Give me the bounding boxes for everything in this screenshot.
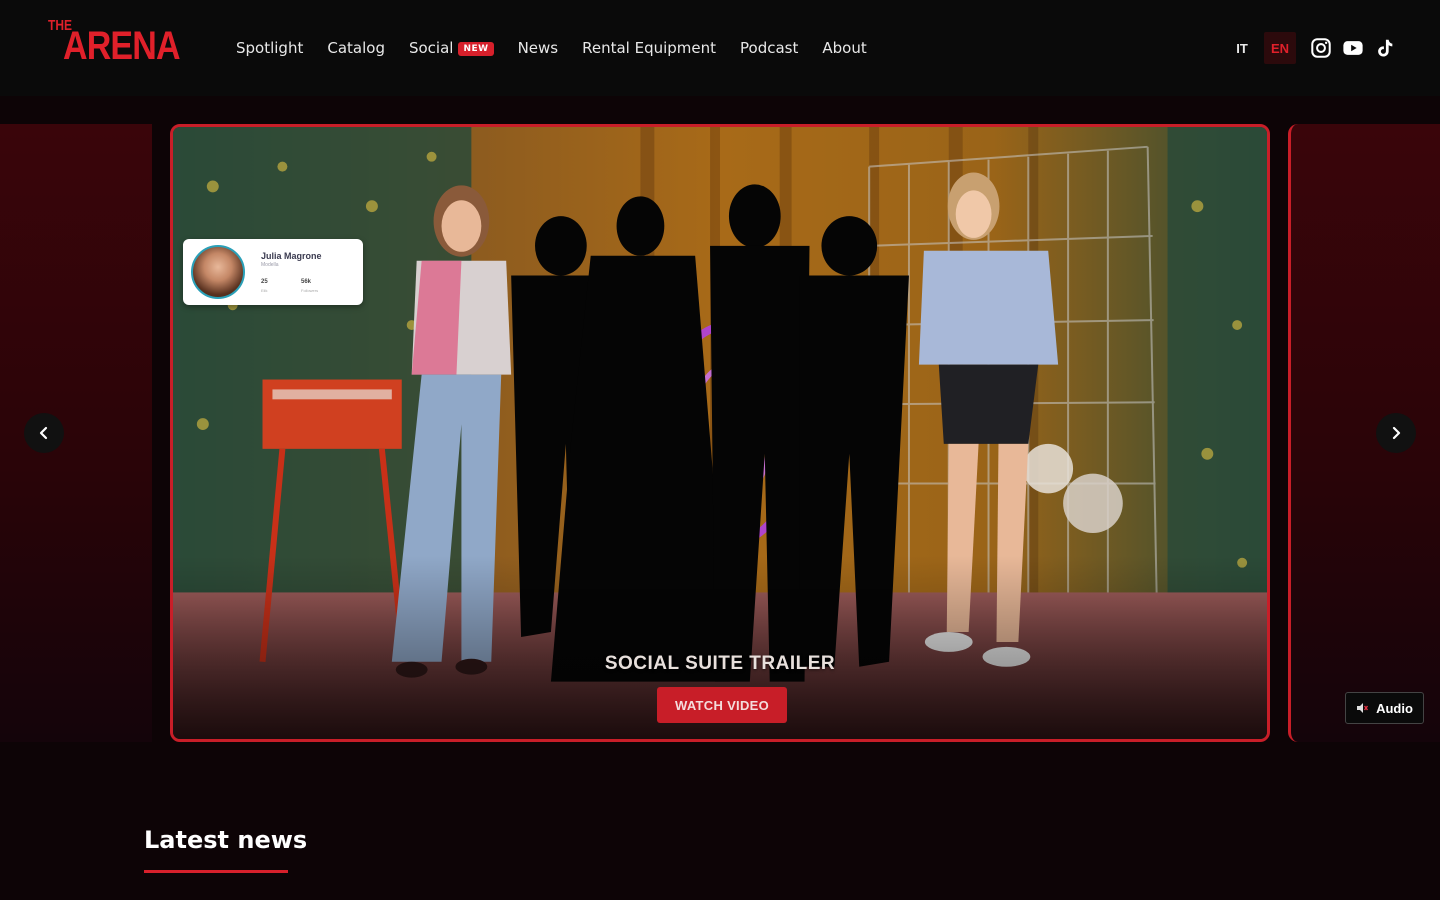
audio-label: Audio (1376, 700, 1413, 716)
youtube-icon[interactable] (1342, 37, 1364, 59)
nav-podcast[interactable]: Podcast (740, 39, 798, 57)
logo-main-text: ARENA (63, 24, 181, 68)
nav-catalog[interactable]: Catalog (327, 39, 385, 57)
latest-news-heading: Latest news (144, 826, 308, 854)
nav-social[interactable]: Social NEW (409, 39, 494, 57)
nav-about[interactable]: About (822, 39, 866, 57)
language-switcher: IT EN (1226, 32, 1296, 64)
slide-image (173, 127, 1267, 739)
nav-social-label: Social (408, 39, 454, 57)
watch-video-button[interactable]: WATCH VIDEO (657, 687, 787, 723)
nav-rental-equipment[interactable]: Rental Equipment (582, 39, 716, 57)
social-links (1310, 36, 1396, 60)
profile-stat-posts-label: Elik (261, 288, 268, 293)
nav-news[interactable]: News (518, 39, 559, 57)
chevron-right-icon (1392, 426, 1401, 440)
new-badge: NEW (458, 42, 494, 56)
main-nav: Spotlight Catalog Social NEW News Rental… (236, 0, 867, 96)
profile-card: Julia Magrone Modella 25 56k Elik Follow… (183, 239, 363, 305)
slide-title: SOCIAL SUITE TRAILER (604, 653, 836, 674)
nav-rental-label: Rental Equipment (582, 39, 717, 57)
nav-spotlight[interactable]: Spotlight (236, 39, 303, 57)
lang-en-button[interactable]: EN (1264, 32, 1296, 64)
nav-catalog-label: Catalog (327, 39, 385, 57)
profile-name: Julia Magrone (261, 251, 322, 261)
instagram-icon[interactable] (1310, 37, 1332, 59)
nav-spotlight-label: Spotlight (236, 39, 304, 57)
active-slide[interactable]: Julia Magrone Modella 25 56k Elik Follow… (170, 124, 1270, 742)
chevron-left-icon (39, 426, 48, 440)
site-logo[interactable]: THE ARENA (48, 17, 181, 70)
site-header: THE ARENA Spotlight Catalog Social NEW N… (0, 0, 1440, 96)
nav-podcast-label: Podcast (740, 39, 799, 57)
tiktok-icon[interactable] (1374, 37, 1396, 59)
profile-stat-followers: 56k (301, 279, 312, 285)
hero-carousel: Julia Magrone Modella 25 56k Elik Follow… (0, 124, 1440, 742)
speaker-muted-icon (1357, 703, 1369, 713)
carousel-prev-button[interactable] (24, 413, 64, 453)
profile-avatar (191, 245, 245, 299)
lang-it-button[interactable]: IT (1226, 32, 1258, 64)
previous-slide-preview[interactable] (0, 124, 152, 742)
next-slide-preview[interactable] (1288, 124, 1440, 742)
profile-stat-followers-label: Followers (301, 288, 319, 293)
profile-stat-posts: 25 (261, 279, 268, 285)
heading-underline (144, 870, 288, 873)
carousel-next-button[interactable] (1376, 413, 1416, 453)
nav-news-label: News (517, 39, 559, 57)
audio-toggle-button[interactable]: Audio (1345, 692, 1424, 724)
nav-about-label: About (822, 39, 867, 57)
profile-role: Modella (261, 262, 279, 268)
